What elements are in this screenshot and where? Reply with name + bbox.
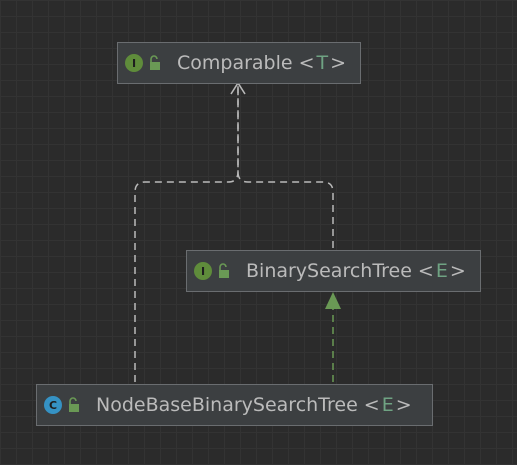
class-icon: C	[44, 396, 62, 414]
node-name: BinarySearchTree	[246, 260, 412, 282]
unlock-icon	[66, 396, 82, 414]
type-param: E	[435, 260, 448, 282]
close-angle: >	[449, 260, 466, 282]
close-angle: >	[330, 52, 347, 74]
close-angle: >	[395, 394, 412, 416]
unlock-icon	[216, 262, 232, 280]
open-angle: <	[363, 394, 380, 416]
type-param: T	[316, 52, 329, 74]
node-binary-search-tree[interactable]: I BinarySearchTree < E >	[186, 250, 481, 292]
filled-triangle-arrowhead-icon	[325, 292, 341, 309]
open-angle: <	[298, 52, 315, 74]
node-comparable[interactable]: I Comparable < T >	[117, 42, 361, 84]
type-param: E	[381, 394, 394, 416]
edge-nodebase-to-comparable	[134, 86, 239, 382]
unlock-icon	[147, 54, 163, 72]
interface-icon: I	[194, 262, 212, 280]
open-angle: <	[417, 260, 434, 282]
node-name: NodeBaseBinarySearchTree	[96, 394, 358, 416]
node-name: Comparable	[177, 52, 293, 74]
edge-bst-to-comparable	[237, 86, 334, 248]
interface-icon: I	[125, 54, 143, 72]
node-nodebase-binary-search-tree[interactable]: C NodeBaseBinarySearchTree < E >	[36, 384, 433, 426]
